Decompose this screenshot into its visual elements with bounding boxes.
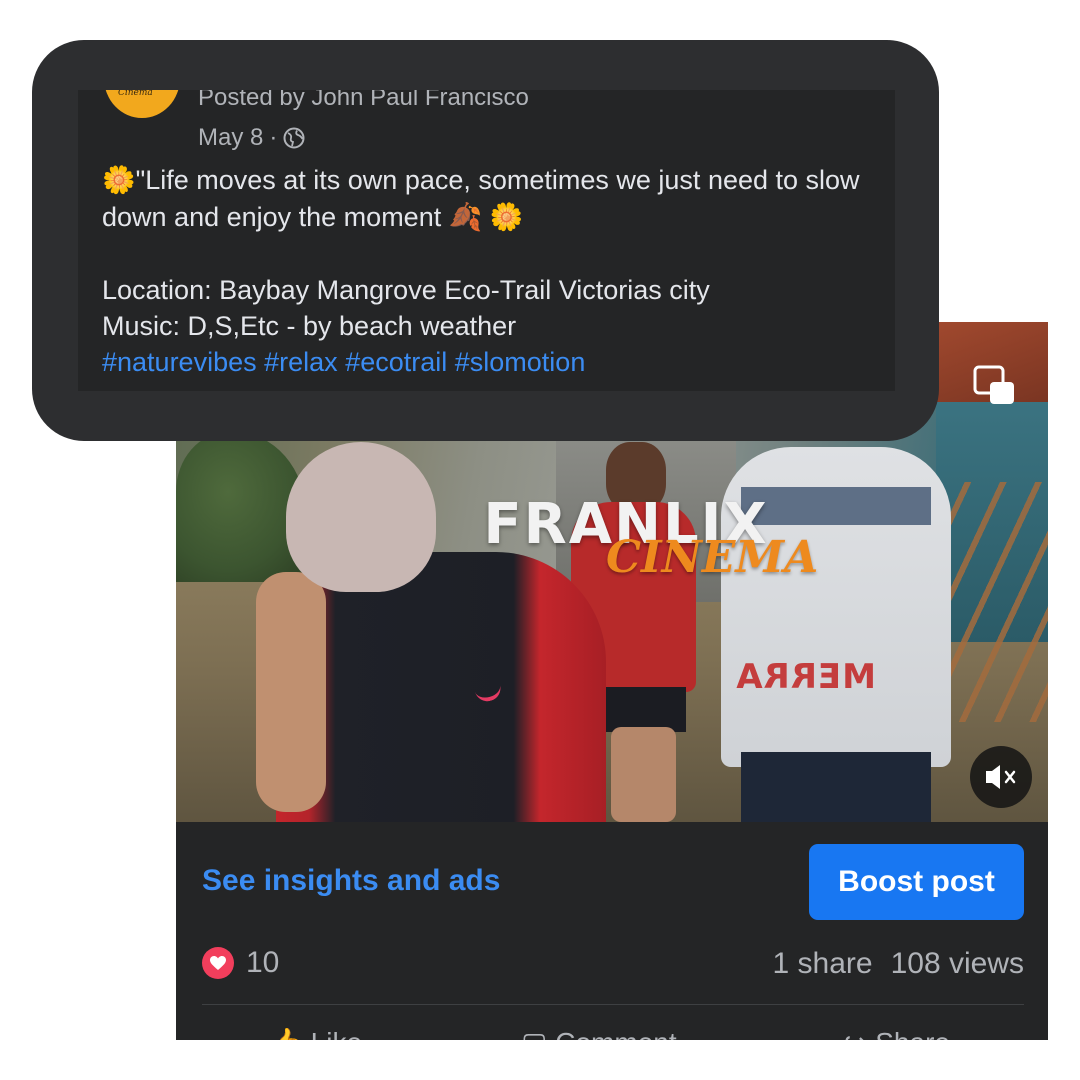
boost-post-button[interactable]: Boost post	[809, 844, 1024, 920]
views-count: 108 views	[890, 947, 1024, 980]
leaves-emoji-icon: 🍂	[448, 202, 483, 233]
video-poles	[936, 482, 1048, 722]
action-row: 👍 Like ▢ Comment ↪ Share	[176, 1018, 1048, 1040]
reaction-count: 10	[246, 946, 280, 979]
post-caption: 🌼"Life moves at its own pace, sometimes …	[102, 162, 892, 380]
caption-music: Music: D,S,Etc - by beach weather	[102, 311, 517, 341]
meta-separator: ·	[269, 124, 278, 151]
video-watermark: FRANLIX CINEMA	[466, 492, 818, 592]
hashtag-link[interactable]: #ecotrail	[345, 347, 447, 377]
post-stats: 1 share 108 views	[773, 947, 1024, 981]
video-person-middle-legs	[611, 727, 676, 822]
globe-icon	[283, 127, 305, 149]
caption-gap	[102, 236, 892, 272]
share-icon: ↪	[844, 1027, 867, 1040]
share-button[interactable]: ↪ Share	[844, 1026, 950, 1040]
post-footer: See insights and ads Boost post 10 1 sha…	[176, 822, 1048, 1040]
hashtag-link[interactable]: #slomotion	[455, 347, 586, 377]
video-person-right-pants	[741, 752, 931, 822]
watermark-sub: CINEMA	[606, 532, 819, 583]
pip-button[interactable]	[972, 364, 1016, 408]
flower-emoji-icon: 🌼	[102, 165, 136, 196]
avatar[interactable]: Cinema	[104, 90, 180, 118]
post-caption-panel: Cinema Posted by John Paul Francisco May…	[78, 90, 895, 391]
pip-icon	[973, 365, 1014, 404]
video-person-middle-shorts	[601, 687, 686, 732]
caption-overlay-card: Cinema Posted by John Paul Francisco May…	[32, 40, 939, 441]
mute-button[interactable]	[970, 746, 1032, 808]
flower-emoji-icon: 🌼	[489, 202, 524, 233]
author-line[interactable]: Posted by John Paul Francisco	[198, 90, 529, 112]
like-label: Like	[311, 1027, 362, 1040]
comment-label: Comment	[555, 1027, 676, 1040]
love-icon	[202, 947, 234, 979]
comment-button[interactable]: ▢ Comment	[521, 1026, 677, 1040]
see-insights-link[interactable]: See insights and ads	[202, 864, 500, 898]
mute-icon	[986, 765, 1016, 789]
video-person-left-arm	[256, 572, 326, 812]
shares-count[interactable]: 1 share	[773, 947, 873, 980]
comment-icon: ▢	[521, 1027, 547, 1040]
post-meta: May 8 ·	[198, 124, 305, 152]
hashtag-link[interactable]: #relax	[264, 347, 338, 377]
like-icon: 👍	[268, 1027, 303, 1040]
like-button[interactable]: 👍 Like	[268, 1026, 362, 1040]
caption-quote: 🌼"Life moves at its own pace, sometimes …	[102, 162, 892, 236]
video-person-left-head	[286, 442, 436, 592]
hashtag-link[interactable]: #naturevibes	[102, 347, 257, 377]
post-date[interactable]: May 8	[198, 124, 263, 152]
avatar-label: Cinema	[118, 90, 153, 98]
caption-hashtags: #naturevibes #relax #ecotrail #slomotion	[102, 344, 892, 380]
caption-location: Location: Baybay Mangrove Eco-Trail Vict…	[102, 275, 710, 305]
reactions-summary[interactable]: 10	[202, 946, 279, 980]
footer-divider	[202, 1004, 1024, 1005]
video-shirt-text: MERRA	[735, 657, 876, 697]
share-label: Share	[875, 1027, 950, 1040]
